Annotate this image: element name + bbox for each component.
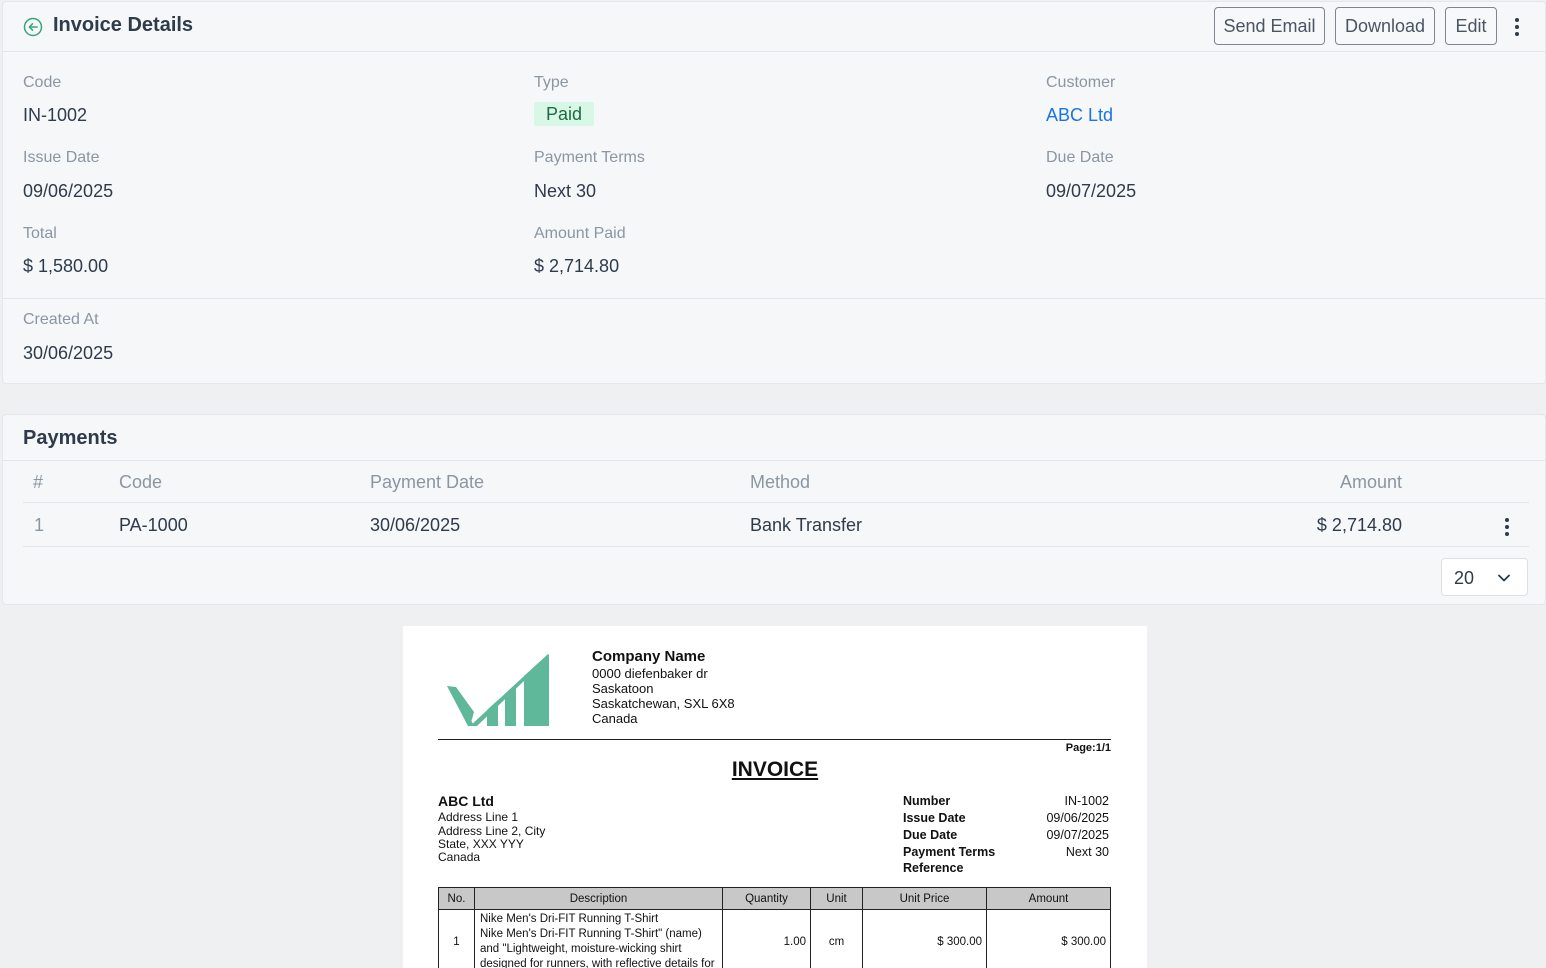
- meta-due-date-value: 09/07/2025: [1046, 828, 1109, 842]
- row-amount: $ 2,714.80: [1316, 515, 1402, 535]
- item-unit: cm: [810, 909, 863, 968]
- company-address-line: Canada: [592, 711, 638, 726]
- divider: [438, 739, 1111, 740]
- item-description-line: Nike Men's Dri-FIT Running T-Shirt: [480, 913, 659, 925]
- items-column-quantity: Quantity: [722, 887, 811, 910]
- invoice-heading: INVOICE: [731, 758, 819, 781]
- divider: [3, 298, 1545, 299]
- bill-to-address-line: State, XXX YYY: [438, 837, 524, 851]
- column-header-index: #: [33, 472, 44, 492]
- meta-due-date-label: Due Date: [903, 828, 958, 842]
- customer-label: Customer: [1046, 74, 1116, 91]
- meta-reference-label: Reference: [903, 861, 964, 875]
- created-at-label: Created At: [23, 311, 99, 328]
- bill-to-address-line: Address Line 1: [438, 810, 519, 824]
- column-header-method: Method: [750, 472, 811, 492]
- row-actions-icon[interactable]: [1505, 518, 1509, 539]
- meta-issue-date-label: Issue Date: [903, 811, 966, 825]
- items-column-no: No.: [438, 887, 475, 910]
- divider: [23, 502, 1529, 503]
- item-description: Nike Men's Dri-FIT Running T-Shirt Nike …: [474, 909, 723, 968]
- items-column-unit: Unit: [810, 887, 863, 910]
- customer-link[interactable]: ABC Ltd: [1046, 105, 1113, 126]
- due-date-label: Due Date: [1046, 149, 1114, 166]
- invoice-preview: Company Name 0000 diefenbaker dr Saskato…: [403, 626, 1147, 968]
- payments-card: Payments # Code Payment Date Method Amou…: [2, 414, 1546, 605]
- page-number: Page:1/1: [1065, 742, 1111, 754]
- column-header-payment-date: Payment Date: [370, 472, 485, 492]
- meta-issue-date-value: 09/06/2025: [1046, 811, 1109, 825]
- payments-title: Payments: [23, 427, 118, 449]
- company-logo: [447, 654, 549, 726]
- payment-terms-value: Next 30: [534, 181, 597, 201]
- items-row: 1 Nike Men's Dri-FIT Running T-Shirt Nik…: [438, 909, 1111, 968]
- payment-terms-label: Payment Terms: [534, 149, 645, 166]
- items-column-unit-price: Unit Price: [862, 887, 987, 910]
- page-size-select[interactable]: 20: [1441, 558, 1528, 596]
- item-quantity: 1.00: [722, 909, 811, 968]
- issue-date-label: Issue Date: [23, 149, 100, 166]
- row-code: PA-1000: [119, 515, 188, 535]
- row-index: 1: [34, 515, 45, 535]
- company-address-line: Saskatoon: [592, 681, 654, 696]
- item-description-line: and "Lightweight, moisture-wicking shirt: [480, 943, 682, 955]
- bill-to-address-line: Canada: [438, 850, 481, 864]
- page-title: Invoice Details: [53, 14, 194, 36]
- due-date-value: 09/07/2025: [1046, 181, 1137, 201]
- card-header: Invoice Details Send Email Download Edit: [3, 2, 1545, 52]
- created-at-value: 30/06/2025: [23, 343, 114, 363]
- chevron-down-icon: [1498, 574, 1510, 582]
- column-header-amount: Amount: [1339, 472, 1402, 492]
- download-button[interactable]: Download: [1335, 7, 1435, 45]
- item-unit-price: $ 300.00: [862, 909, 987, 968]
- edit-button[interactable]: Edit: [1445, 7, 1497, 45]
- type-label: Type: [534, 74, 569, 91]
- send-email-button[interactable]: Send Email: [1214, 7, 1325, 45]
- items-column-amount: Amount: [986, 887, 1111, 910]
- row-payment-date: 30/06/2025: [370, 515, 461, 535]
- item-description-line: designed for runners, with reflective de…: [480, 958, 715, 968]
- invoice-details-card: Invoice Details Send Email Download Edit…: [2, 1, 1546, 384]
- meta-number-value: IN-1002: [1064, 794, 1109, 808]
- company-address-line: Saskatchewan, SXL 6X8: [592, 696, 735, 711]
- item-description-line: Nike Men's Dri-FIT Running T-Shirt" (nam…: [480, 928, 702, 940]
- issue-date-value: 09/06/2025: [23, 181, 114, 201]
- more-options-icon[interactable]: [1515, 18, 1519, 39]
- amount-paid-label: Amount Paid: [534, 225, 626, 242]
- code-value: IN-1002: [23, 105, 88, 125]
- status-badge: Paid: [534, 102, 595, 126]
- divider: [3, 460, 1545, 461]
- code-label: Code: [23, 74, 62, 91]
- company-name: Company Name: [592, 648, 706, 665]
- items-column-description: Description: [474, 887, 723, 910]
- meta-number-label: Number: [903, 794, 951, 808]
- row-method: Bank Transfer: [750, 515, 863, 535]
- total-value: $ 1,580.00: [23, 256, 109, 276]
- item-amount: $ 300.00: [986, 909, 1111, 968]
- divider: [23, 546, 1529, 547]
- invoice-items-table: No. Description Quantity Unit Unit Price…: [438, 887, 1111, 968]
- amount-paid-value: $ 2,714.80: [534, 256, 620, 276]
- meta-payment-terms-value: Next 30: [1065, 845, 1109, 859]
- page-size-value: 20: [1454, 568, 1475, 588]
- item-no: 1: [438, 909, 475, 968]
- back-arrow-icon[interactable]: [23, 17, 43, 37]
- company-address-line: 0000 diefenbaker dr: [592, 666, 708, 681]
- total-label: Total: [23, 225, 57, 242]
- meta-payment-terms-label: Payment Terms: [903, 845, 996, 859]
- bill-to-name: ABC Ltd: [438, 793, 494, 809]
- bill-to-address-line: Address Line 2, City: [438, 824, 546, 838]
- column-header-code: Code: [119, 472, 163, 492]
